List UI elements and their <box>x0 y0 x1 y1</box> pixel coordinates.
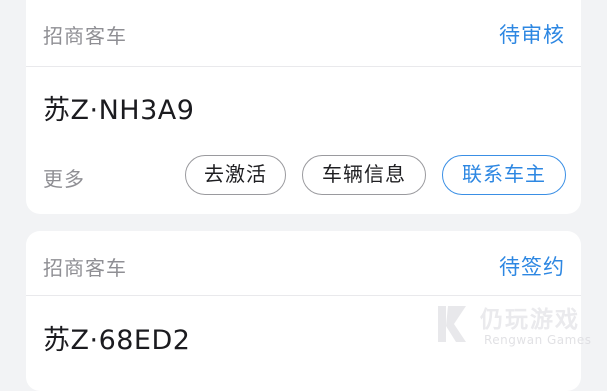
plate-number: 苏Z·68ED2 <box>43 325 191 356</box>
card-header: 招商客车 待签约 <box>26 231 581 296</box>
status-label: 待签约 <box>499 255 565 279</box>
vehicle-info-button[interactable]: 车辆信息 <box>302 155 426 195</box>
contact-owner-button[interactable]: 联系车主 <box>442 155 566 195</box>
card-actions: 去激活 车辆信息 联系车主 <box>185 155 566 195</box>
more-link[interactable]: 更多 <box>43 163 85 192</box>
activate-button[interactable]: 去激活 <box>185 155 286 195</box>
status-label: 待审核 <box>499 23 565 47</box>
vehicle-type-label: 招商客车 <box>43 256 127 280</box>
watermark: 仍玩游戏 Rengwan Games <box>432 300 592 356</box>
rengwan-logo-icon <box>438 306 466 342</box>
watermark-subtitle: Rengwan Games <box>484 333 592 347</box>
watermark-title: 仍玩游戏 <box>480 307 580 333</box>
plate-number: 苏Z·NH3A9 <box>43 95 195 126</box>
card-header: 招商客车 待审核 <box>26 0 581 67</box>
vehicle-card[interactable]: 招商客车 待审核 苏Z·NH3A9 更多 去激活 车辆信息 联系车主 <box>26 0 581 214</box>
vehicle-type-label: 招商客车 <box>43 24 127 48</box>
